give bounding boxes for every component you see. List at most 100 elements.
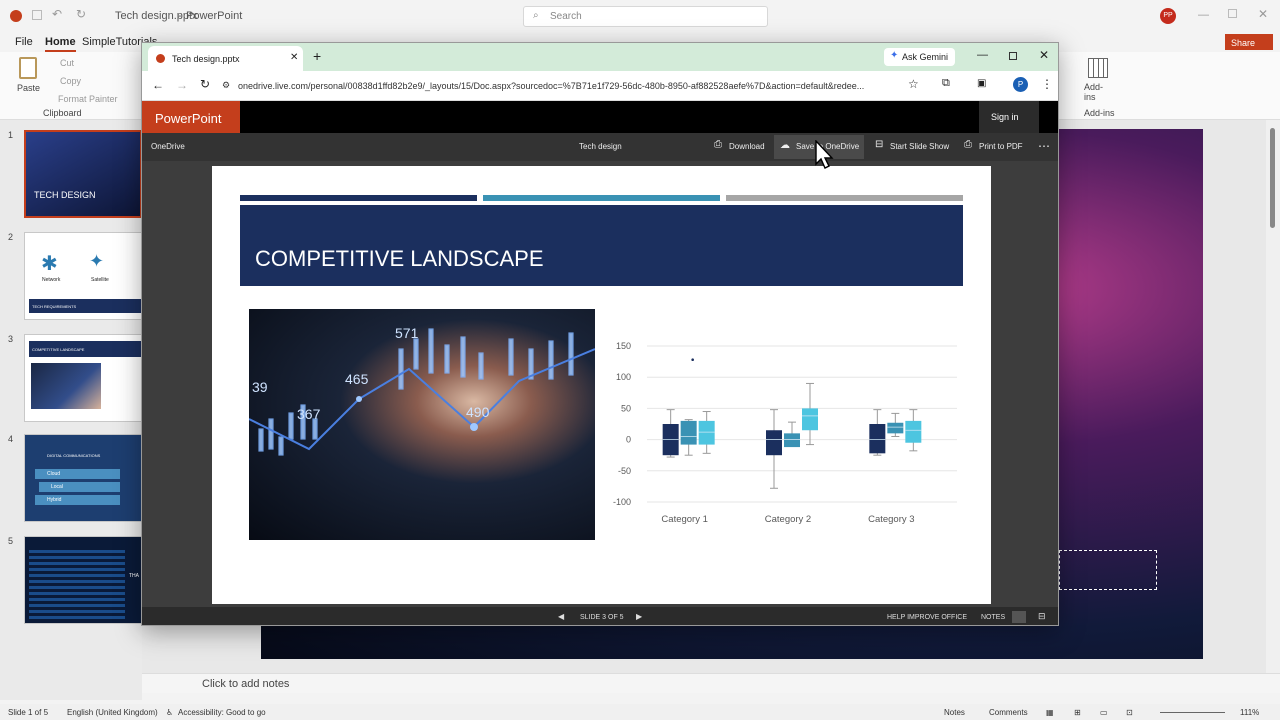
help-improve-link[interactable]: HELP IMPROVE OFFICE — [887, 614, 967, 621]
minimize-icon[interactable]: — — [1198, 9, 1209, 21]
language-indicator[interactable]: English (United Kingdom) — [67, 708, 158, 717]
slideshow-view-icon[interactable]: ⊟ — [1038, 611, 1046, 622]
slide-thumbnail-2[interactable]: ✱ ✦ Network Satellite TECH REQUIREMENTS — [24, 232, 142, 320]
powerpoint-favicon-icon — [156, 54, 165, 63]
tab-home[interactable]: Home — [45, 36, 76, 52]
url-field[interactable]: ⚙ onedrive.live.com/personal/00838d1ffd8… — [220, 76, 900, 96]
reading-view-icon[interactable] — [1012, 611, 1026, 623]
thumbnail-number-2: 2 — [8, 232, 14, 242]
search-input[interactable]: ⌕ Search — [523, 6, 768, 27]
forward-icon[interactable]: → — [176, 78, 188, 92]
y-tick-label: 0 — [626, 435, 631, 445]
thumbnail-number-3: 3 — [8, 334, 14, 344]
stock-chart-photo: 571 465 367 490 39 — [249, 309, 595, 540]
cut-button[interactable]: Cut — [60, 58, 74, 68]
start-slideshow-button[interactable]: Start Slide Show — [890, 142, 949, 151]
next-slide-icon[interactable]: ▶ — [636, 612, 642, 621]
comments-toggle[interactable]: Comments — [989, 708, 1028, 717]
back-icon[interactable]: ← — [152, 78, 164, 92]
slide-sorter-icon[interactable]: ⊞ — [1074, 708, 1081, 717]
bookmark-star-icon[interactable]: ☆ — [908, 77, 919, 91]
accent-bar-navy — [240, 195, 477, 201]
download-icon: ⎙ — [714, 139, 722, 150]
notes-pane[interactable]: Click to add notes — [142, 673, 1280, 693]
box — [802, 408, 818, 431]
notes-placeholder: Click to add notes — [202, 678, 290, 690]
more-options-icon[interactable]: ⋯ — [1038, 139, 1050, 153]
slide-thumbnail-1[interactable]: TECH DESIGN — [24, 130, 142, 218]
addins-button[interactable]: Add-ins — [1084, 58, 1114, 102]
document-title: Tech design — [579, 142, 622, 151]
onedrive-link[interactable]: OneDrive — [151, 142, 185, 151]
url-text: onedrive.live.com/personal/00838d1ffd82b… — [238, 81, 865, 91]
reading-view-icon[interactable]: ▭ — [1100, 708, 1108, 717]
slide-thumbnail-3[interactable]: COMPETITIVE LANDSCAPE — [24, 334, 142, 422]
autosave-icon[interactable] — [32, 10, 42, 20]
thumbnail-item: Local — [39, 482, 120, 492]
browser-minimize-icon[interactable]: — — [977, 49, 988, 61]
cloud-icon: ☁ — [780, 140, 790, 151]
print-pdf-button[interactable]: Print to PDF — [979, 142, 1023, 151]
paste-button[interactable]: Paste — [14, 57, 42, 97]
tab-file[interactable]: File — [15, 36, 33, 48]
search-placeholder: Search — [550, 11, 582, 22]
new-tab-icon[interactable]: + — [313, 48, 321, 64]
zoom-level[interactable]: 111% — [1240, 708, 1259, 717]
notes-toggle-button[interactable]: NOTES — [981, 614, 1005, 621]
scrollbar-thumb[interactable] — [1270, 128, 1275, 228]
undo-icon[interactable]: ↶ — [52, 7, 62, 21]
accessibility-icon: ♿ — [166, 708, 174, 717]
share-button[interactable]: Share — [1225, 34, 1273, 50]
box — [887, 422, 904, 434]
x-category-label: Category 1 — [661, 514, 707, 525]
pp-brand[interactable]: PowerPoint — [142, 101, 240, 133]
zoom-slider[interactable] — [1160, 712, 1225, 713]
thumbnail-number-5: 5 — [8, 536, 14, 546]
browser-tab[interactable]: Tech design.pptx ✕ — [148, 46, 303, 71]
browser-tab-bar: Tech design.pptx ✕ + ✦ Ask Gemini — ✕ — [142, 43, 1058, 71]
gemini-icon: ✦ — [890, 50, 899, 61]
accessibility-status[interactable]: Accessibility: Good to go — [178, 708, 266, 717]
thumbnail-item: Cloud — [35, 469, 120, 479]
browser-close-icon[interactable]: ✕ — [1039, 48, 1049, 62]
print-icon: ⎙ — [964, 139, 972, 150]
paste-label: Paste — [17, 83, 41, 93]
cast-icon[interactable]: ▣ — [977, 78, 986, 89]
slide-thumbnail-4[interactable]: DIGITAL COMMUNICATIONS Cloud Local Hybri… — [24, 434, 142, 522]
vertical-scrollbar[interactable] — [1266, 120, 1280, 673]
outlier-point — [691, 358, 694, 362]
ask-gemini-button[interactable]: ✦ Ask Gemini — [884, 48, 955, 66]
box — [784, 433, 800, 448]
tab-title: Tech design.pptx — [172, 54, 240, 64]
sign-in-button[interactable]: Sign in — [979, 101, 1039, 133]
ask-gemini-label: Ask Gemini — [902, 52, 949, 62]
maximize-icon[interactable] — [1228, 9, 1237, 18]
x-category-label: Category 2 — [765, 514, 811, 525]
image-number: 465 — [345, 371, 369, 387]
addins-icon — [1088, 58, 1108, 78]
profile-avatar[interactable]: P — [1013, 77, 1028, 92]
prev-slide-icon[interactable]: ◀ — [558, 612, 564, 621]
user-avatar[interactable]: PP — [1160, 8, 1176, 24]
slide-thumbnail-5[interactable]: THA — [24, 536, 142, 624]
thumbnail-label: THA — [129, 573, 139, 579]
reload-icon[interactable]: ↻ — [200, 77, 210, 91]
download-button[interactable]: Download — [729, 142, 765, 151]
browser-maximize-icon[interactable] — [1009, 52, 1017, 60]
slide-text-placeholder[interactable] — [1059, 550, 1157, 590]
pp-online-header: PowerPoint Sign in — [142, 101, 1058, 133]
normal-view-icon[interactable]: ▦ — [1046, 708, 1054, 717]
format-painter-button[interactable]: Format Painter — [58, 94, 118, 104]
viewer-toolbar: OneDrive Tech design ⎙ Download ☁ Save t… — [142, 133, 1058, 161]
close-icon[interactable]: ✕ — [1258, 7, 1268, 21]
slideshow-icon[interactable]: ⊡ — [1126, 708, 1133, 717]
tab-close-icon[interactable]: ✕ — [290, 52, 298, 63]
extensions-icon[interactable]: ⧉ — [942, 77, 950, 90]
title-separator: - — [178, 10, 182, 22]
box-plot-chart: 150 100 50 0 -50 -100 Category 1 Category 2 Cate… — [613, 341, 957, 525]
copy-button[interactable]: Copy — [60, 76, 81, 86]
redo-icon[interactable]: ↻ — [76, 7, 86, 21]
browser-menu-icon[interactable]: ⋮ — [1041, 77, 1053, 91]
notes-toggle[interactable]: Notes — [944, 708, 965, 717]
image-number: 39 — [252, 379, 268, 395]
